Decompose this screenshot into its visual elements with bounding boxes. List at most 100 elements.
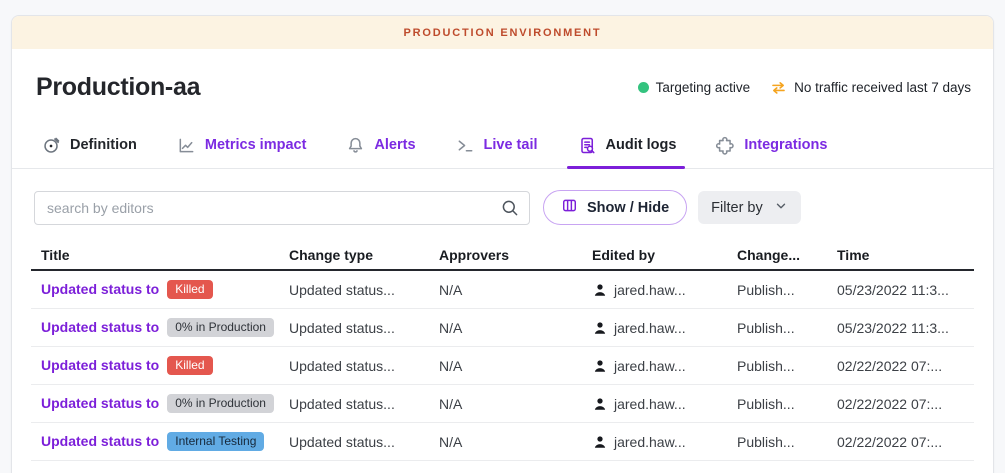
edited-by-text: jared.haw... <box>614 358 686 374</box>
table-row: Updated status to Killed Updated status..… <box>31 347 974 385</box>
table-row: Updated status to 0% in Production Update… <box>31 385 974 423</box>
chevron-down-icon <box>774 199 788 217</box>
edited-by-text: jared.haw... <box>614 396 686 412</box>
status-traffic-label: No traffic received last 7 days <box>794 80 971 95</box>
bell-icon <box>346 136 365 155</box>
environment-banner-label: PRODUCTION ENVIRONMENT <box>404 27 602 39</box>
edited-by-cell: jared.haw... <box>592 282 737 298</box>
column-header-approvers: Approvers <box>439 247 592 263</box>
traffic-arrows-icon <box>770 79 787 96</box>
title-link[interactable]: Updated status to <box>41 433 159 449</box>
title-cell: Updated status to Internal Testing <box>31 432 289 451</box>
show-hide-button[interactable]: Show / Hide <box>543 190 687 225</box>
status-badge: 0% in Production <box>167 318 274 337</box>
person-icon <box>592 320 608 336</box>
tab-metrics-impact[interactable]: Metrics impact <box>177 122 307 168</box>
change-type-cell: Updated status... <box>289 396 439 412</box>
show-hide-label: Show / Hide <box>587 200 669 216</box>
tab-alerts[interactable]: Alerts <box>346 122 415 168</box>
edited-by-text: jared.haw... <box>614 434 686 450</box>
status-group: Targeting active No traffic received las… <box>638 79 971 96</box>
edited-by-cell: jared.haw... <box>592 358 737 374</box>
title-link[interactable]: Updated status to <box>41 357 159 373</box>
status-badge: Internal Testing <box>167 432 264 451</box>
person-icon <box>592 358 608 374</box>
change-cell: Publish... <box>737 282 837 298</box>
filter-by-label: Filter by <box>711 200 763 216</box>
change-type-cell: Updated status... <box>289 320 439 336</box>
edited-by-cell: jared.haw... <box>592 434 737 450</box>
puzzle-icon <box>716 136 735 155</box>
toolbar: Show / Hide Filter by <box>12 169 993 237</box>
time-cell: 02/22/2022 07:... <box>837 396 974 412</box>
time-cell: 02/22/2022 07:... <box>837 358 974 374</box>
edited-by-cell: jared.haw... <box>592 396 737 412</box>
table-row: Updated status to 0% in Production Update… <box>31 309 974 347</box>
tab-live-tail[interactable]: Live tail <box>456 122 538 168</box>
tabs: Definition Metrics impact Alerts Live ta… <box>12 122 993 169</box>
audit-log-icon <box>578 136 597 155</box>
tab-label: Definition <box>70 137 137 153</box>
search-input[interactable] <box>34 191 530 225</box>
status-traffic: No traffic received last 7 days <box>770 79 971 96</box>
title-cell: Updated status to Killed <box>31 356 289 375</box>
person-icon <box>592 434 608 450</box>
tab-audit-logs[interactable]: Audit logs <box>578 122 677 168</box>
table-header-row: TitleChange typeApproversEdited byChange… <box>31 241 974 271</box>
change-type-cell: Updated status... <box>289 282 439 298</box>
tab-label: Integrations <box>744 137 827 153</box>
time-cell: 02/22/2022 07:... <box>837 434 974 450</box>
tab-integrations[interactable]: Integrations <box>716 122 827 168</box>
change-cell: Publish... <box>737 396 837 412</box>
status-badge: 0% in Production <box>167 394 274 413</box>
audit-log-table: TitleChange typeApproversEdited byChange… <box>31 241 974 461</box>
page-title: Production-aa <box>36 73 200 102</box>
person-icon <box>592 282 608 298</box>
status-targeting: Targeting active <box>638 80 751 95</box>
terminal-icon <box>456 136 475 155</box>
tab-label: Alerts <box>374 137 415 153</box>
column-header-edited-by: Edited by <box>592 247 737 263</box>
column-header-change-type: Change type <box>289 247 439 263</box>
tab-label: Audit logs <box>606 137 677 153</box>
environment-banner: PRODUCTION ENVIRONMENT <box>12 16 993 49</box>
approvers-cell: N/A <box>439 396 592 412</box>
title-cell: Updated status to Killed <box>31 280 289 299</box>
change-cell: Publish... <box>737 434 837 450</box>
filter-by-button[interactable]: Filter by <box>698 191 801 224</box>
title-link[interactable]: Updated status to <box>41 319 159 335</box>
approvers-cell: N/A <box>439 358 592 374</box>
search-icon <box>500 198 520 223</box>
person-icon <box>592 396 608 412</box>
approvers-cell: N/A <box>439 282 592 298</box>
approvers-cell: N/A <box>439 320 592 336</box>
tab-label: Metrics impact <box>205 137 307 153</box>
column-header-title: Title <box>31 247 289 263</box>
edited-by-text: jared.haw... <box>614 282 686 298</box>
column-header-change: Change... <box>737 247 837 263</box>
approvers-cell: N/A <box>439 434 592 450</box>
time-cell: 05/23/2022 11:3... <box>837 282 974 298</box>
change-cell: Publish... <box>737 358 837 374</box>
status-badge: Killed <box>167 280 212 299</box>
edited-by-cell: jared.haw... <box>592 320 737 336</box>
title-cell: Updated status to 0% in Production <box>31 318 289 337</box>
column-header-time: Time <box>837 247 974 263</box>
change-type-cell: Updated status... <box>289 358 439 374</box>
title-cell: Updated status to 0% in Production <box>31 394 289 413</box>
title-link[interactable]: Updated status to <box>41 395 159 411</box>
columns-icon <box>561 197 578 218</box>
table-body: Updated status to Killed Updated status..… <box>31 271 974 461</box>
change-cell: Publish... <box>737 320 837 336</box>
tab-definition[interactable]: Definition <box>42 122 137 168</box>
card-header: Production-aa Targeting active No traffi… <box>12 49 993 108</box>
change-type-cell: Updated status... <box>289 434 439 450</box>
tab-label: Live tail <box>484 137 538 153</box>
flag-detail-card: PRODUCTION ENVIRONMENT Production-aa Tar… <box>11 15 994 473</box>
green-dot <box>638 82 649 93</box>
title-link[interactable]: Updated status to <box>41 281 159 297</box>
time-cell: 05/23/2022 11:3... <box>837 320 974 336</box>
table-row: Updated status to Killed Updated status..… <box>31 271 974 309</box>
status-badge: Killed <box>167 356 212 375</box>
goal-icon <box>42 136 61 155</box>
